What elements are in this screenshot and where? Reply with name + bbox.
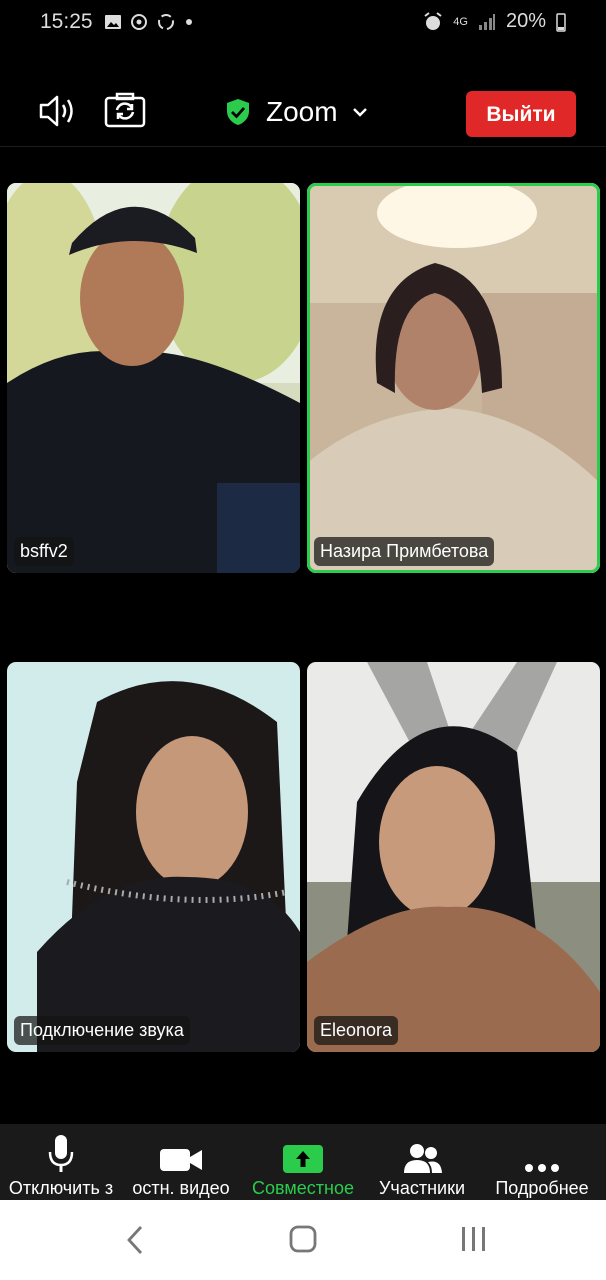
system-navigation-bar: [0, 1200, 606, 1280]
video-camera-icon: [160, 1149, 202, 1171]
sync-icon: [158, 14, 174, 30]
signal-icon: [478, 13, 495, 30]
participant-name: bsffv2: [14, 537, 74, 566]
participant-name: Назира Примбетова: [314, 537, 495, 566]
image-icon: [105, 15, 121, 29]
speaker-icon[interactable]: [38, 94, 78, 128]
participant-video: [7, 662, 300, 1052]
participant-video: [307, 662, 600, 1052]
back-icon[interactable]: [124, 1224, 146, 1256]
meeting-title-dropdown[interactable]: Zoom: [226, 96, 368, 128]
alarm-icon: [424, 11, 442, 30]
video-tile[interactable]: bsffv2: [7, 183, 300, 573]
status-right: 4G 20%: [423, 10, 566, 33]
status-time: 15:25: [40, 10, 93, 33]
meeting-toolbar: Отключить з остн. видео Совместное Участ…: [0, 1124, 606, 1200]
network-indicator: 4G: [453, 15, 468, 28]
leave-button[interactable]: Выйти: [466, 91, 576, 137]
participant-video: [7, 183, 300, 573]
video-tile-active-speaker[interactable]: Назира Примбетова: [307, 183, 600, 573]
participant-video: [307, 183, 600, 573]
participant-name: Подключение звука: [14, 1016, 190, 1045]
stop-video-button[interactable]: остн. видео: [116, 1124, 246, 1200]
share-screen-icon: [283, 1145, 323, 1173]
mute-label: Отключить з: [8, 1178, 114, 1198]
participants-button[interactable]: Участники: [370, 1124, 474, 1200]
chevron-down-icon: [352, 108, 367, 117]
dot-icon: [186, 19, 192, 25]
video-label: остн. видео: [132, 1178, 230, 1198]
notification-icons: [104, 13, 194, 31]
status-bar: 15:25 4G 20%: [0, 0, 606, 48]
battery-level: 20%: [505, 10, 546, 32]
meeting-header: Zoom Выйти: [0, 80, 606, 147]
video-tile[interactable]: Eleonora: [307, 662, 600, 1052]
microphone-icon: [48, 1135, 74, 1172]
share-button[interactable]: Совместное: [243, 1124, 363, 1200]
shield-icon: [227, 99, 249, 125]
mute-button[interactable]: Отключить з: [0, 1124, 122, 1200]
participants-label: Участники: [379, 1178, 465, 1198]
more-label: Подробнее: [495, 1178, 589, 1198]
home-icon[interactable]: [288, 1224, 318, 1254]
video-tile[interactable]: Подключение звука: [7, 662, 300, 1052]
more-dots-icon: [525, 1164, 559, 1172]
more-button[interactable]: Подробнее: [486, 1124, 598, 1200]
participants-icon: [404, 1144, 442, 1173]
recent-apps-icon[interactable]: [460, 1224, 488, 1254]
location-icon: [131, 14, 147, 30]
meeting-title: Zoom: [266, 96, 338, 127]
switch-camera-icon[interactable]: [104, 92, 146, 128]
participant-name: Eleonora: [314, 1016, 399, 1045]
share-label: Совместное: [252, 1178, 354, 1198]
battery-icon: [556, 12, 566, 32]
